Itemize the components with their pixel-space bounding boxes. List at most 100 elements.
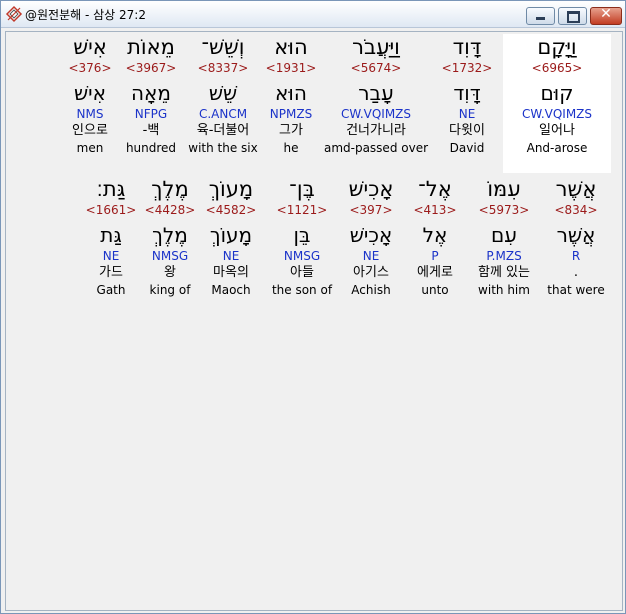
minimize-button[interactable] <box>526 7 555 25</box>
english-gloss: with the six <box>188 141 258 155</box>
word-ish[interactable]: אִישׁ <376> אִישׁ NMS 인으로 men <box>59 34 121 156</box>
english-gloss: Gath <box>96 283 126 297</box>
parse-code: NMSG <box>151 249 189 263</box>
verse-content: וַיָּקָם <6965> קוּם CW.VQIMZS 일어나 And-a… <box>6 32 622 610</box>
hebrew-word: מָעוֹךְ <box>208 177 254 201</box>
strong-number[interactable]: <1121> <box>259 202 345 218</box>
word-asher[interactable]: אֲשֶׁר <834> אֲשֶׁר R . that were <box>536 176 616 298</box>
english-gloss: Maoch <box>211 283 251 297</box>
hebrew-word: וַיָּקָם <box>537 35 577 59</box>
app-window: @원전분해 - 삼상 27:2 ✕ וַיָּקָם <6965> קוּם C… <box>0 0 626 614</box>
parse-code: NE <box>362 249 380 263</box>
strong-number[interactable]: <6965> <box>511 60 603 76</box>
strong-number[interactable]: <5674> <box>314 60 438 76</box>
word-imo[interactable]: עִמּוֹ <5973> עִם P.MZS 함께 있는 with him <box>464 176 544 298</box>
parse-code: P <box>431 249 439 263</box>
korean-gloss: 인으로 <box>72 123 108 138</box>
hebrew-word: אִישׁ <box>73 35 107 59</box>
english-gloss: And-arose <box>526 141 588 155</box>
app-logo-icon <box>5 5 23 23</box>
hebrew-word: אֲשֶׁר <box>555 177 597 201</box>
hebrew-word: וְשֵׁשׁ־ <box>201 35 245 59</box>
hebrew-root: קוּם <box>540 81 574 105</box>
parse-code: NMSG <box>283 249 321 263</box>
word-maoch[interactable]: מָעוֹךְ <4582> מָעוֹךְ NE 마옥의 Maoch <box>197 176 265 298</box>
english-gloss: the son of <box>271 283 333 297</box>
korean-gloss: 왕 <box>164 265 176 280</box>
hebrew-word: אָכִישׁ <box>348 177 394 201</box>
hebrew-word: מֶלֶךְ <box>151 177 189 201</box>
hebrew-word: מֵאוֹת <box>127 35 175 59</box>
hebrew-root: אֶל <box>422 223 448 247</box>
korean-gloss: -백 <box>142 123 160 138</box>
maximize-button[interactable] <box>558 7 587 25</box>
close-icon: ✕ <box>600 6 612 22</box>
parse-code: P.MZS <box>486 249 522 263</box>
korean-gloss: 아들 <box>290 265 314 280</box>
word-vayakom[interactable]: וַיָּקָם <6965> קוּם CW.VQIMZS 일어나 And-a… <box>511 34 603 156</box>
hebrew-root: גַּת <box>100 223 122 247</box>
korean-gloss: 에게로 <box>417 265 453 280</box>
strong-number[interactable]: <3967> <box>118 60 184 76</box>
parse-code: C.ANCM <box>198 107 248 121</box>
strong-number[interactable]: <4428> <box>140 202 200 218</box>
maximize-icon <box>567 11 580 23</box>
parse-code: CW.VQIMZS <box>340 107 412 121</box>
analysis-pane[interactable]: וַיָּקָם <6965> קוּם CW.VQIMZS 일어나 And-a… <box>5 31 623 611</box>
parse-code: NFPG <box>134 107 168 121</box>
strong-number[interactable]: <397> <box>337 202 405 218</box>
english-gloss: men <box>76 141 104 155</box>
korean-gloss: . <box>573 265 579 280</box>
english-gloss: with him <box>478 283 530 297</box>
word-melech[interactable]: מֶלֶךְ <4428> מֶלֶךְ NMSG 왕 king of <box>140 176 200 298</box>
english-gloss: unto <box>421 283 449 297</box>
hebrew-word: בֶּן־ <box>289 177 315 201</box>
parse-code: NE <box>222 249 240 263</box>
strong-number[interactable]: <834> <box>536 202 616 218</box>
parse-code: CW.VQIMZS <box>521 107 593 121</box>
parse-code: NMS <box>76 107 104 121</box>
hebrew-word: גַּת׃ <box>96 177 126 201</box>
hebrew-root: אִישׁ <box>73 81 106 105</box>
minimize-icon <box>536 17 545 20</box>
strong-number[interactable]: <376> <box>59 60 121 76</box>
hebrew-root: עִם <box>491 223 517 247</box>
strong-number[interactable]: <1661> <box>83 202 139 218</box>
hebrew-word: וַיַּעֲבֹר <box>352 35 400 59</box>
english-gloss: amd-passed over <box>323 141 429 155</box>
korean-gloss: 일어나 <box>539 123 575 138</box>
word-el[interactable]: אֶל־ <413> אֶל P 에게로 unto <box>405 176 465 298</box>
strong-number[interactable]: <413> <box>405 202 465 218</box>
korean-gloss: 육-더불어 <box>196 123 250 138</box>
parse-code: R <box>571 249 581 263</box>
korean-gloss: 아기스 <box>353 265 389 280</box>
hebrew-root: בֵּן <box>293 223 311 247</box>
strong-number[interactable]: <4582> <box>197 202 265 218</box>
parse-code: NE <box>102 249 120 263</box>
word-vayaavor[interactable]: וַיַּעֲבֹר <5674> עָבַר CW.VQIMZS 건너가니라 … <box>314 34 438 156</box>
word-gat[interactable]: גַּת׃ <1661> גַּת NE 가드 Gath <box>83 176 139 298</box>
hebrew-root: אָכִישׁ <box>349 223 393 247</box>
hebrew-root: מֵאָה <box>130 81 172 105</box>
word-veshesh[interactable]: וְשֵׁשׁ־ <8337> שֵׁשׁ C.ANCM 육-더불어 with … <box>178 34 268 156</box>
korean-gloss: 마옥의 <box>213 265 249 280</box>
english-gloss: hundred <box>125 141 177 155</box>
word-ben[interactable]: בֶּן־ <1121> בֵּן NMSG 아들 the son of <box>259 176 345 298</box>
hebrew-root: מֶלֶךְ <box>152 223 188 247</box>
close-button[interactable]: ✕ <box>590 6 622 25</box>
korean-gloss: 건너가니라 <box>346 123 406 138</box>
hebrew-root: מָעוֹךְ <box>209 223 253 247</box>
strong-number[interactable]: <8337> <box>178 60 268 76</box>
hebrew-word: עִמּוֹ <box>487 177 521 201</box>
english-gloss: Achish <box>351 283 391 297</box>
title-bar[interactable]: @원전분해 - 삼상 27:2 ✕ <box>1 1 625 28</box>
window-title: @원전분해 - 삼상 27:2 <box>25 8 146 22</box>
word-meot[interactable]: מֵאוֹת <3967> מֵאָה NFPG -백 hundred <box>118 34 184 156</box>
strong-number[interactable]: <5973> <box>464 202 544 218</box>
word-achish[interactable]: אָכִישׁ <397> אָכִישׁ NE 아기스 Achish <box>337 176 405 298</box>
english-gloss: that were <box>547 283 605 297</box>
hebrew-root: אֲשֶׁר <box>556 223 596 247</box>
hebrew-root: עָבַר <box>358 81 394 105</box>
english-gloss: king of <box>149 283 191 297</box>
korean-gloss: 함께 있는 <box>478 265 530 280</box>
